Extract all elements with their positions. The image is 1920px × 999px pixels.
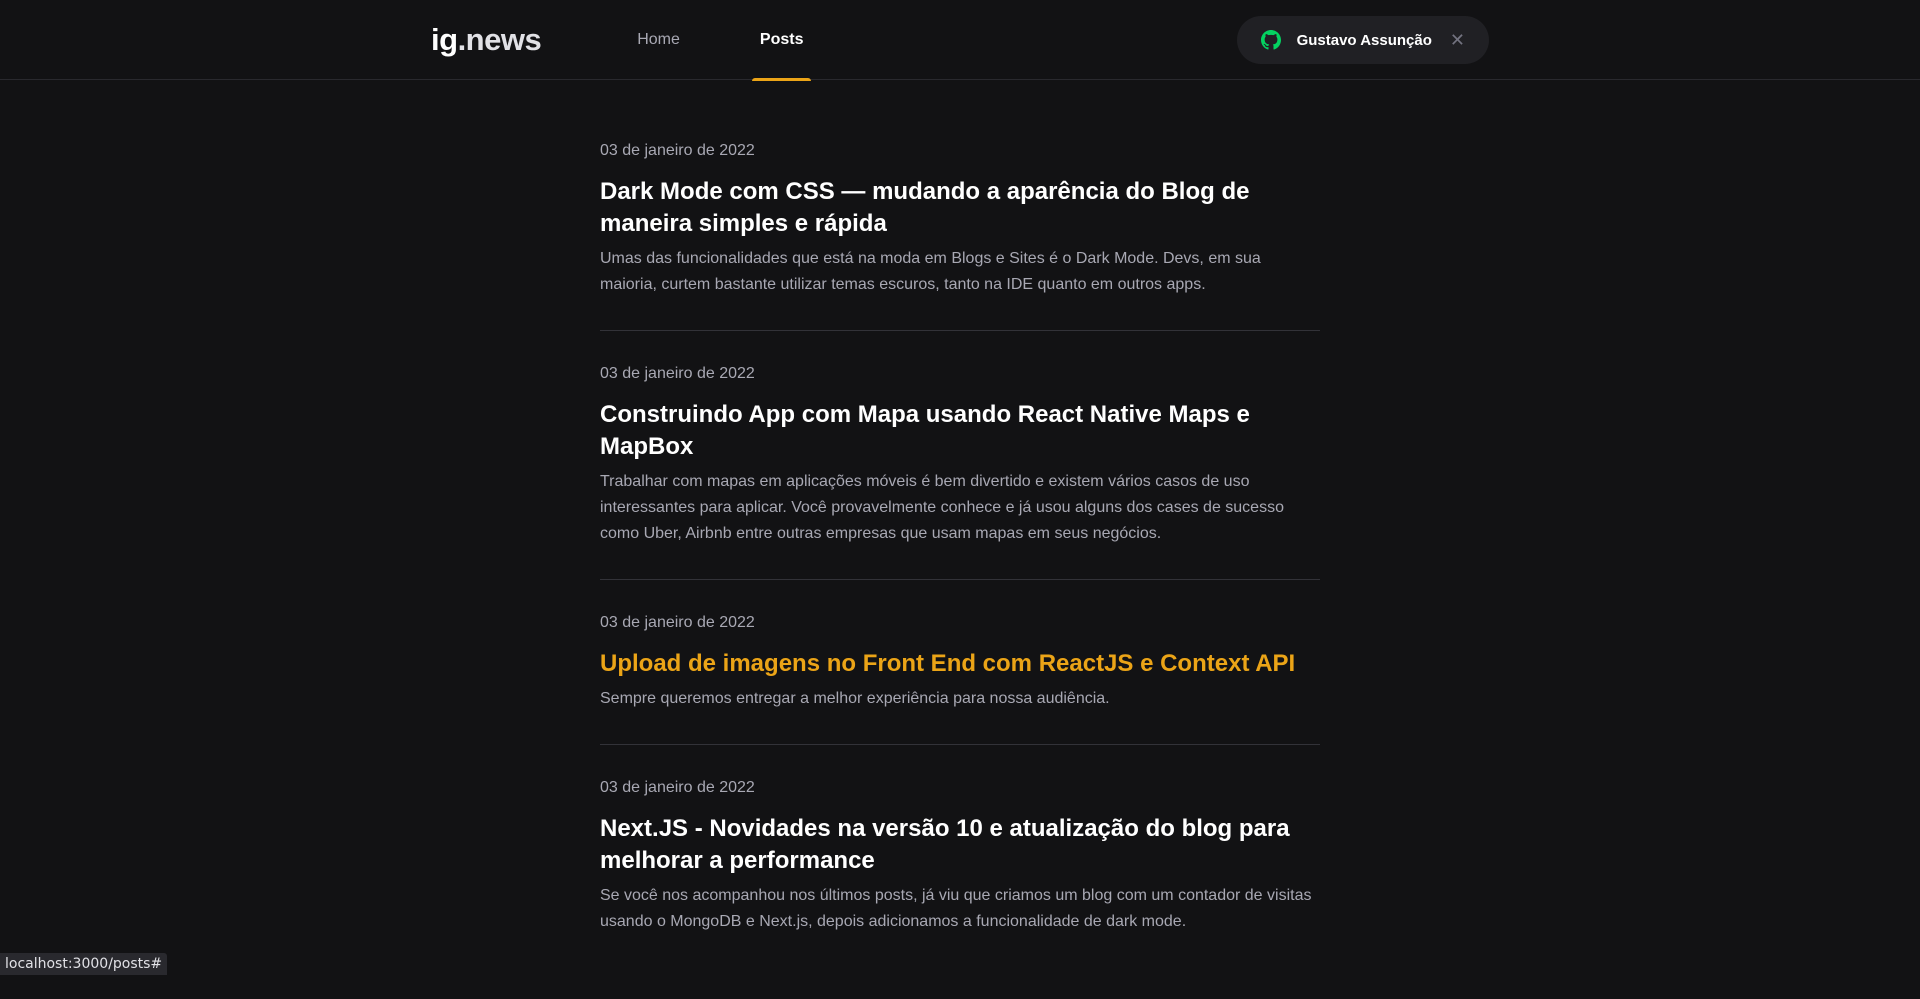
- post-excerpt: Umas das funcionalidades que está na mod…: [600, 246, 1320, 298]
- post-title: Dark Mode com CSS — mudando a aparência …: [600, 176, 1320, 240]
- post-item[interactable]: 03 de janeiro de 2022 Upload de imagens …: [600, 612, 1320, 745]
- post-date: 03 de janeiro de 2022: [600, 140, 1320, 162]
- nav-home[interactable]: Home: [629, 0, 688, 80]
- post-title: Upload de imagens no Front End com React…: [600, 648, 1320, 680]
- logo-text: ig: [431, 22, 458, 57]
- browser-status-bar: localhost:3000/posts#: [0, 953, 167, 975]
- close-icon[interactable]: ✕: [1450, 30, 1465, 51]
- post-date: 03 de janeiro de 2022: [600, 612, 1320, 634]
- github-icon: [1261, 30, 1281, 50]
- header-content: ig.news Home Posts Gustavo Assunção ✕: [431, 0, 1489, 80]
- post-excerpt: Trabalhar com mapas em aplicações móveis…: [600, 469, 1320, 547]
- post-item[interactable]: 03 de janeiro de 2022 Next.JS - Novidade…: [600, 777, 1320, 967]
- post-item[interactable]: 03 de janeiro de 2022 Dark Mode com CSS …: [600, 140, 1320, 331]
- post-title: Next.JS - Novidades na versão 10 e atual…: [600, 813, 1320, 877]
- post-excerpt: Se você nos acompanhou nos últimos posts…: [600, 883, 1320, 935]
- post-date: 03 de janeiro de 2022: [600, 363, 1320, 385]
- posts-list: 03 de janeiro de 2022 Dark Mode com CSS …: [600, 140, 1320, 999]
- post-item[interactable]: 03 de janeiro de 2022 Construindo App co…: [600, 363, 1320, 580]
- post-title: Construindo App com Mapa usando React Na…: [600, 399, 1320, 463]
- post-date: 03 de janeiro de 2022: [600, 777, 1320, 799]
- logo-suffix: .news: [458, 22, 542, 57]
- logo[interactable]: ig.news: [431, 22, 541, 58]
- post-excerpt: Sempre queremos entregar a melhor experi…: [600, 686, 1320, 712]
- signin-username: Gustavo Assunção: [1297, 32, 1432, 49]
- header: ig.news Home Posts Gustavo Assunção ✕: [0, 0, 1920, 80]
- nav-posts[interactable]: Posts: [752, 0, 812, 80]
- main-nav: Home Posts: [629, 0, 875, 80]
- signin-button[interactable]: Gustavo Assunção ✕: [1237, 16, 1489, 64]
